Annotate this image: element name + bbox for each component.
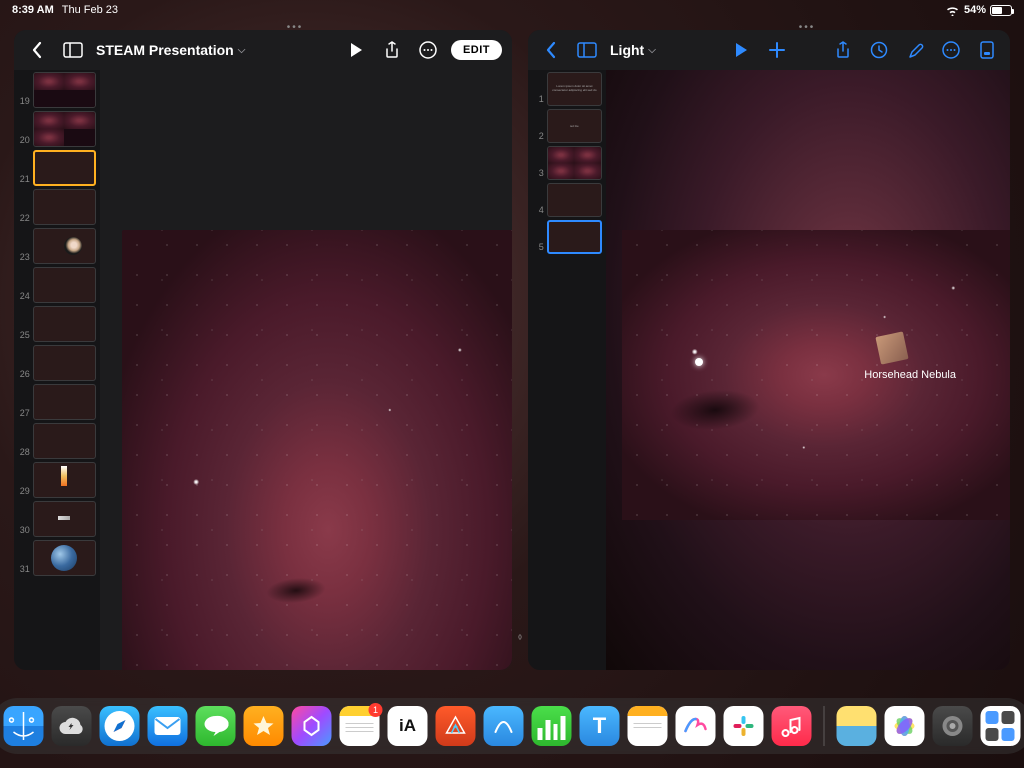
slide-thumb-23[interactable]: [33, 228, 96, 264]
slide-thumb-r5[interactable]: [547, 220, 602, 254]
slide-thumb-r4[interactable]: [547, 183, 602, 217]
left-toolbar: STEAM Presentation ⌵ EDIT: [14, 30, 512, 70]
slide-canvas-right[interactable]: Horsehead Nebula: [606, 70, 1010, 670]
slide-thumb-29[interactable]: [33, 462, 96, 498]
sidebar-toggle-button[interactable]: [60, 37, 86, 63]
battery-percent: 54%: [964, 4, 986, 16]
dock-app-numbers[interactable]: [532, 706, 572, 746]
document-settings-button[interactable]: [974, 37, 1000, 63]
more-button[interactable]: [938, 37, 964, 63]
slide-canvas-left[interactable]: Orion Molecular Cloud Complex Digital Pa…: [100, 70, 512, 670]
dock-app-cloud[interactable]: [52, 706, 92, 746]
back-button[interactable]: [24, 37, 50, 63]
slide-thumb-21[interactable]: [33, 150, 96, 186]
slide-thumb-26[interactable]: [33, 345, 96, 381]
dock-separator: [824, 706, 825, 746]
slide-thumb-28[interactable]: [33, 423, 96, 459]
share-button[interactable]: [379, 37, 405, 63]
slide-thumb-31[interactable]: [33, 540, 96, 576]
dock-app-freeform[interactable]: [484, 706, 524, 746]
slide-content-right: Horsehead Nebula: [622, 230, 1010, 520]
dock-app-things[interactable]: T: [580, 706, 620, 746]
status-bar: 8:39 AM Thu Feb 23 54%: [0, 0, 1024, 20]
right-toolbar: Light ⌵: [528, 30, 1010, 70]
keynote-left-pane: STEAM Presentation ⌵ EDIT 19 20 21 22 23: [14, 30, 512, 670]
share-button[interactable]: [830, 37, 856, 63]
slide-caption-right: Horsehead Nebula: [864, 369, 956, 381]
slide-thumb-27[interactable]: [33, 384, 96, 420]
add-button[interactable]: [764, 37, 790, 63]
dock-app-affinity[interactable]: [436, 706, 476, 746]
slide-thumb-r3[interactable]: [547, 146, 602, 180]
slide-thumb-22[interactable]: [33, 189, 96, 225]
dock-app-mail[interactable]: [148, 706, 188, 746]
dock: 1 iA T: [0, 698, 1024, 754]
dock-app-photos[interactable]: [885, 706, 925, 746]
dock-app-tips[interactable]: [244, 706, 284, 746]
document-title[interactable]: STEAM Presentation ⌵: [96, 42, 245, 58]
slide-content-left: Orion Molecular Cloud Complex Digital Pa…: [122, 230, 512, 670]
chevron-down-icon: ⌵: [648, 45, 656, 56]
chevron-down-icon: ⌵: [238, 45, 246, 56]
battery-icon: [990, 5, 1012, 16]
dock-app-messages[interactable]: [196, 706, 236, 746]
status-date: Thu Feb 23: [62, 4, 118, 16]
slide-thumb-30[interactable]: [33, 501, 96, 537]
status-time: 8:39 AM: [12, 4, 54, 16]
history-button[interactable]: [866, 37, 892, 63]
sidebar-toggle-button[interactable]: [574, 37, 600, 63]
keynote-right-pane: Light ⌵: [528, 30, 1010, 670]
play-button[interactable]: [343, 37, 369, 63]
slide-thumb-25[interactable]: [33, 306, 96, 342]
dock-app-safari[interactable]: [100, 706, 140, 746]
play-button[interactable]: [728, 37, 754, 63]
dock-app-shortcuts[interactable]: [292, 706, 332, 746]
back-button[interactable]: [538, 37, 564, 63]
dock-app-notes[interactable]: 1: [340, 706, 380, 746]
slide-thumb-20[interactable]: [33, 111, 96, 147]
more-button[interactable]: [415, 37, 441, 63]
notes-badge: 1: [369, 703, 383, 717]
dock-app-finder[interactable]: [4, 706, 44, 746]
dock-app-files[interactable]: [981, 706, 1021, 746]
split-divider[interactable]: [516, 30, 524, 670]
slide-navigator-right[interactable]: 1Lorem ipsum dolor sit amet consectetur …: [528, 70, 606, 670]
dock-app-iawriter[interactable]: iA: [388, 706, 428, 746]
slide-navigator-left[interactable]: 19 20 21 22 23 24 25 26 27 28 29 30 31: [14, 70, 100, 670]
format-brush-button[interactable]: [902, 37, 928, 63]
slide-thumb-r1[interactable]: Lorem ipsum dolor sit amet consectetur a…: [547, 72, 602, 106]
dock-app-music[interactable]: [772, 706, 812, 746]
edit-button[interactable]: EDIT: [451, 40, 502, 60]
dock-app-freeform2[interactable]: [676, 706, 716, 746]
dock-app-photos-recent[interactable]: [837, 706, 877, 746]
slide-thumb-19[interactable]: [33, 72, 96, 108]
slide-thumb-r2[interactable]: text line: [547, 109, 602, 143]
wifi-icon: [945, 5, 960, 16]
dock-app-slack[interactable]: [724, 706, 764, 746]
document-title[interactable]: Light ⌵: [610, 42, 656, 58]
dock-app-reminders[interactable]: [628, 706, 668, 746]
slide-thumb-24[interactable]: [33, 267, 96, 303]
dock-app-settings[interactable]: [933, 706, 973, 746]
